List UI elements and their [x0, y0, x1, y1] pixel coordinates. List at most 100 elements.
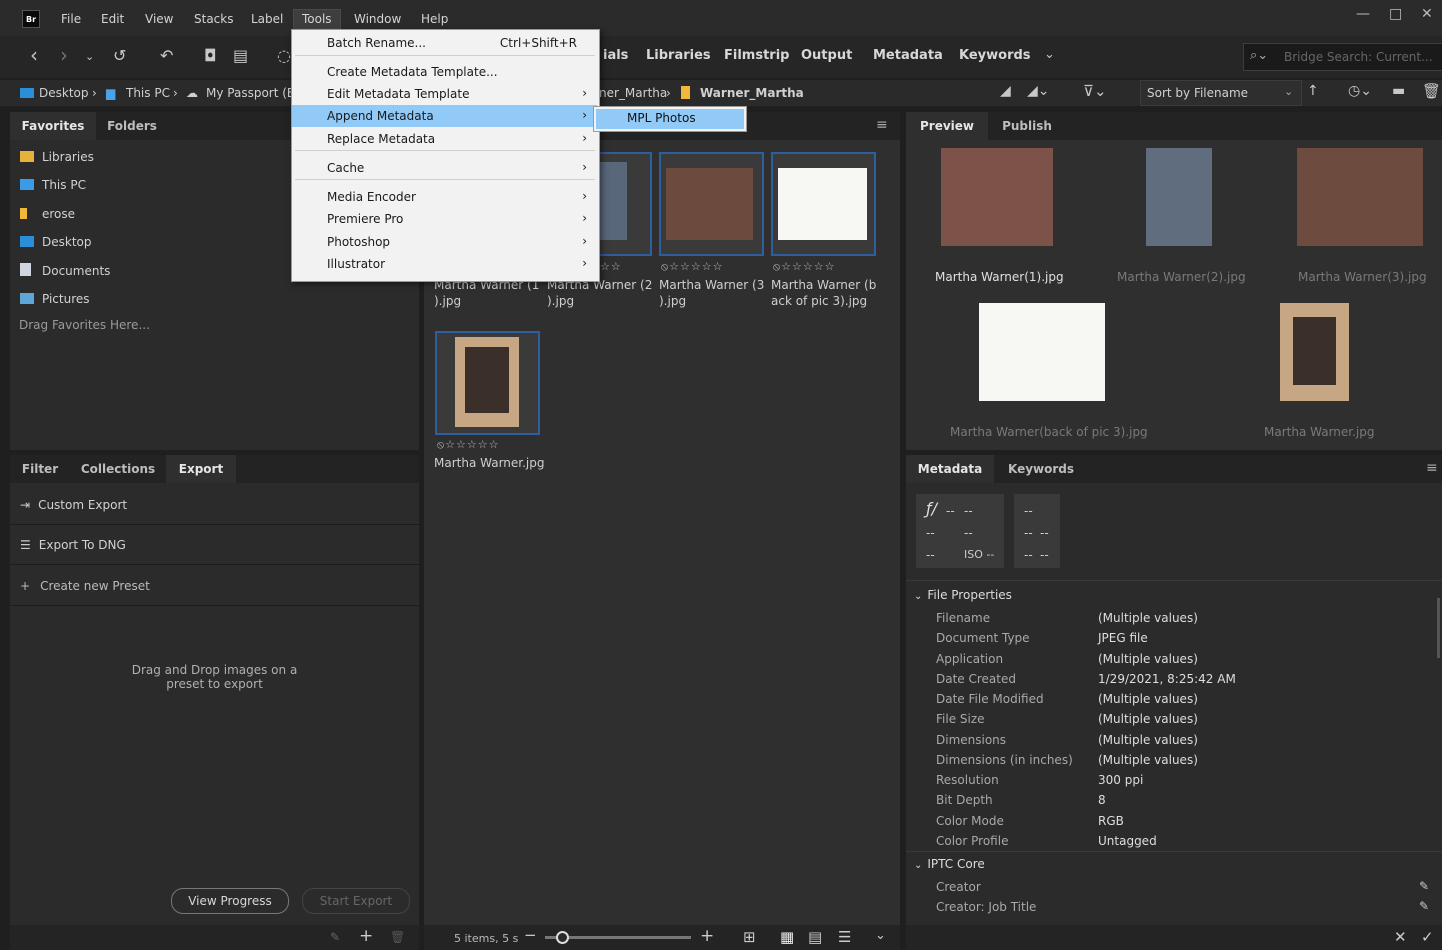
menu-edit[interactable]: Edit: [101, 12, 124, 26]
open-in-camera-raw-icon[interactable]: ◌: [277, 46, 291, 65]
tools-menu-item[interactable]: Edit Metadata Template ›: [292, 83, 597, 105]
quality-icon[interactable]: ◢: [1000, 83, 1011, 99]
tools-menu-item[interactable]: Photoshop ›: [292, 231, 597, 253]
file-properties-section[interactable]: ⌄ File Properties: [914, 588, 1012, 602]
workspace-more-icon[interactable]: ⌄: [1044, 47, 1055, 62]
preview-image-1[interactable]: [941, 148, 1053, 246]
tools-menu-item[interactable]: Premiere Pro ›: [292, 208, 597, 230]
thumbnail-4[interactable]: [771, 152, 876, 256]
preview-image-4[interactable]: [979, 303, 1105, 401]
chevron-down-icon[interactable]: ⌄: [875, 928, 886, 943]
breadcrumb-desktop[interactable]: Desktop: [39, 86, 89, 100]
favorite-libraries[interactable]: Libraries: [20, 150, 94, 164]
sort-dropdown[interactable]: Sort by Filename ⌄: [1140, 80, 1302, 106]
tools-menu-item[interactable]: Create Metadata Template...: [292, 61, 597, 83]
thumbnail-view-icon[interactable]: ▦: [780, 928, 794, 946]
workspace-filmstrip[interactable]: Filmstrip: [724, 48, 789, 63]
sort-ascending-icon[interactable]: ↑: [1307, 83, 1319, 99]
add-icon[interactable]: +: [359, 926, 373, 946]
minimize-icon[interactable]: —: [1356, 6, 1370, 22]
favorite-desktop[interactable]: Desktop: [20, 235, 92, 249]
menu-help[interactable]: Help: [421, 12, 448, 26]
tab-favorites[interactable]: Favorites: [10, 112, 96, 140]
rotate-icon[interactable]: ↶: [160, 46, 173, 65]
rating-stars[interactable]: ☆☆: [600, 260, 622, 273]
details-view-icon[interactable]: ▤: [808, 928, 822, 946]
edit-icon[interactable]: ✎: [1419, 899, 1429, 913]
favorite-pictures[interactable]: Pictures: [20, 292, 90, 306]
delete-icon[interactable]: 🗑: [390, 930, 405, 944]
panel-menu-icon[interactable]: ≡: [1426, 460, 1438, 476]
panel-menu-icon[interactable]: ≡: [876, 117, 888, 133]
favorite-documents[interactable]: Documents: [20, 263, 110, 278]
export-to-dng-item[interactable]: ☰ Export To DNG: [20, 538, 126, 552]
menu-tools[interactable]: Tools: [293, 9, 341, 29]
tab-metadata[interactable]: Metadata: [906, 455, 994, 483]
cancel-icon[interactable]: ✕: [1394, 928, 1407, 946]
list-view-icon[interactable]: ☰: [838, 928, 851, 946]
tools-menu-item[interactable]: Media Encoder ›: [292, 186, 597, 208]
workspace-keywords[interactable]: Keywords: [959, 48, 1031, 63]
preview-image-2[interactable]: [1146, 148, 1212, 246]
recent-dropdown-icon[interactable]: ⌄: [85, 50, 94, 63]
camera-import-icon[interactable]: ◘: [204, 46, 217, 65]
rating-stars[interactable]: ⦸☆☆☆☆☆: [437, 438, 499, 452]
breadcrumb-drive[interactable]: My Passport (E:: [206, 86, 299, 100]
search-input[interactable]: Bridge Search: Current...: [1284, 50, 1433, 64]
preview-image-3[interactable]: [1297, 148, 1423, 246]
tab-publish[interactable]: Publish: [990, 112, 1064, 140]
breadcrumb-this-pc[interactable]: This PC: [126, 86, 170, 100]
rating-stars[interactable]: ⦸☆☆☆☆☆: [773, 260, 835, 274]
favorite-erose[interactable]: erose: [20, 207, 75, 221]
favorite-this-pc[interactable]: This PC: [20, 178, 86, 192]
workspace-libraries[interactable]: Libraries: [646, 48, 711, 63]
forward-icon[interactable]: ›: [60, 43, 68, 67]
iptc-core-section[interactable]: ⌄ IPTC Core: [914, 857, 985, 871]
menu-window[interactable]: Window: [354, 12, 401, 26]
rating-stars[interactable]: ⦸☆☆☆☆☆: [661, 260, 723, 274]
tools-menu-item[interactable]: Replace Metadata ›: [292, 128, 597, 150]
grid-lock-icon[interactable]: ⊞: [743, 928, 756, 946]
slider-handle[interactable]: [556, 931, 569, 944]
maximize-icon[interactable]: □: [1389, 6, 1402, 22]
recent-files-icon[interactable]: ◷⌄: [1348, 83, 1372, 99]
tools-menu-item[interactable]: Append Metadata ›: [292, 105, 597, 127]
tools-menu-item[interactable]: Batch Rename... Ctrl+Shift+R: [292, 32, 597, 54]
tab-filter[interactable]: Filter: [10, 455, 70, 483]
tab-preview[interactable]: Preview: [906, 112, 988, 140]
back-icon[interactable]: ‹: [30, 43, 38, 67]
history-icon[interactable]: ↺: [113, 46, 126, 65]
rating-filter-icon[interactable]: ◢⌄: [1027, 83, 1050, 99]
close-window-icon[interactable]: ✕: [1421, 6, 1433, 22]
menu-label[interactable]: Label: [251, 12, 283, 26]
tab-collections[interactable]: Collections: [72, 455, 164, 483]
workspace-essentials[interactable]: ials: [603, 48, 628, 63]
preview-image-5[interactable]: [1280, 303, 1349, 401]
menu-view[interactable]: View: [145, 12, 173, 26]
filter-icon[interactable]: ⊽⌄: [1083, 82, 1107, 100]
edit-icon[interactable]: ✎: [330, 930, 340, 944]
new-folder-icon[interactable]: ▬: [1392, 83, 1405, 99]
zoom-in-icon[interactable]: +: [700, 926, 714, 946]
thumbnail-3[interactable]: [659, 152, 764, 256]
create-preset-item[interactable]: + Create new Preset: [20, 579, 150, 593]
tools-menu-item[interactable]: Illustrator ›: [292, 253, 597, 275]
trash-icon[interactable]: 🗑: [1422, 82, 1441, 100]
submenu-item-mpl-photos[interactable]: MPL Photos: [596, 109, 744, 129]
tab-folders[interactable]: Folders: [96, 112, 168, 140]
custom-export-item[interactable]: ⇥ Custom Export: [20, 498, 127, 512]
breadcrumb-parent[interactable]: ner_Martha: [599, 86, 667, 100]
view-progress-button[interactable]: View Progress: [171, 888, 289, 914]
tab-keywords[interactable]: Keywords: [996, 455, 1086, 483]
tools-menu-item[interactable]: Cache ›: [292, 157, 597, 179]
metadata-scrollbar[interactable]: [1437, 598, 1440, 658]
tab-export[interactable]: Export: [166, 455, 236, 483]
search-box[interactable]: ⌕⌄ Bridge Search: Current...: [1243, 43, 1442, 71]
menu-stacks[interactable]: Stacks: [194, 12, 233, 26]
apply-icon[interactable]: ✓: [1421, 928, 1434, 946]
workspace-metadata[interactable]: Metadata: [873, 48, 943, 63]
workspace-output[interactable]: Output: [801, 48, 852, 63]
start-export-button[interactable]: Start Export: [302, 888, 410, 914]
edit-icon[interactable]: ✎: [1419, 879, 1429, 893]
zoom-out-icon[interactable]: −: [524, 926, 537, 944]
